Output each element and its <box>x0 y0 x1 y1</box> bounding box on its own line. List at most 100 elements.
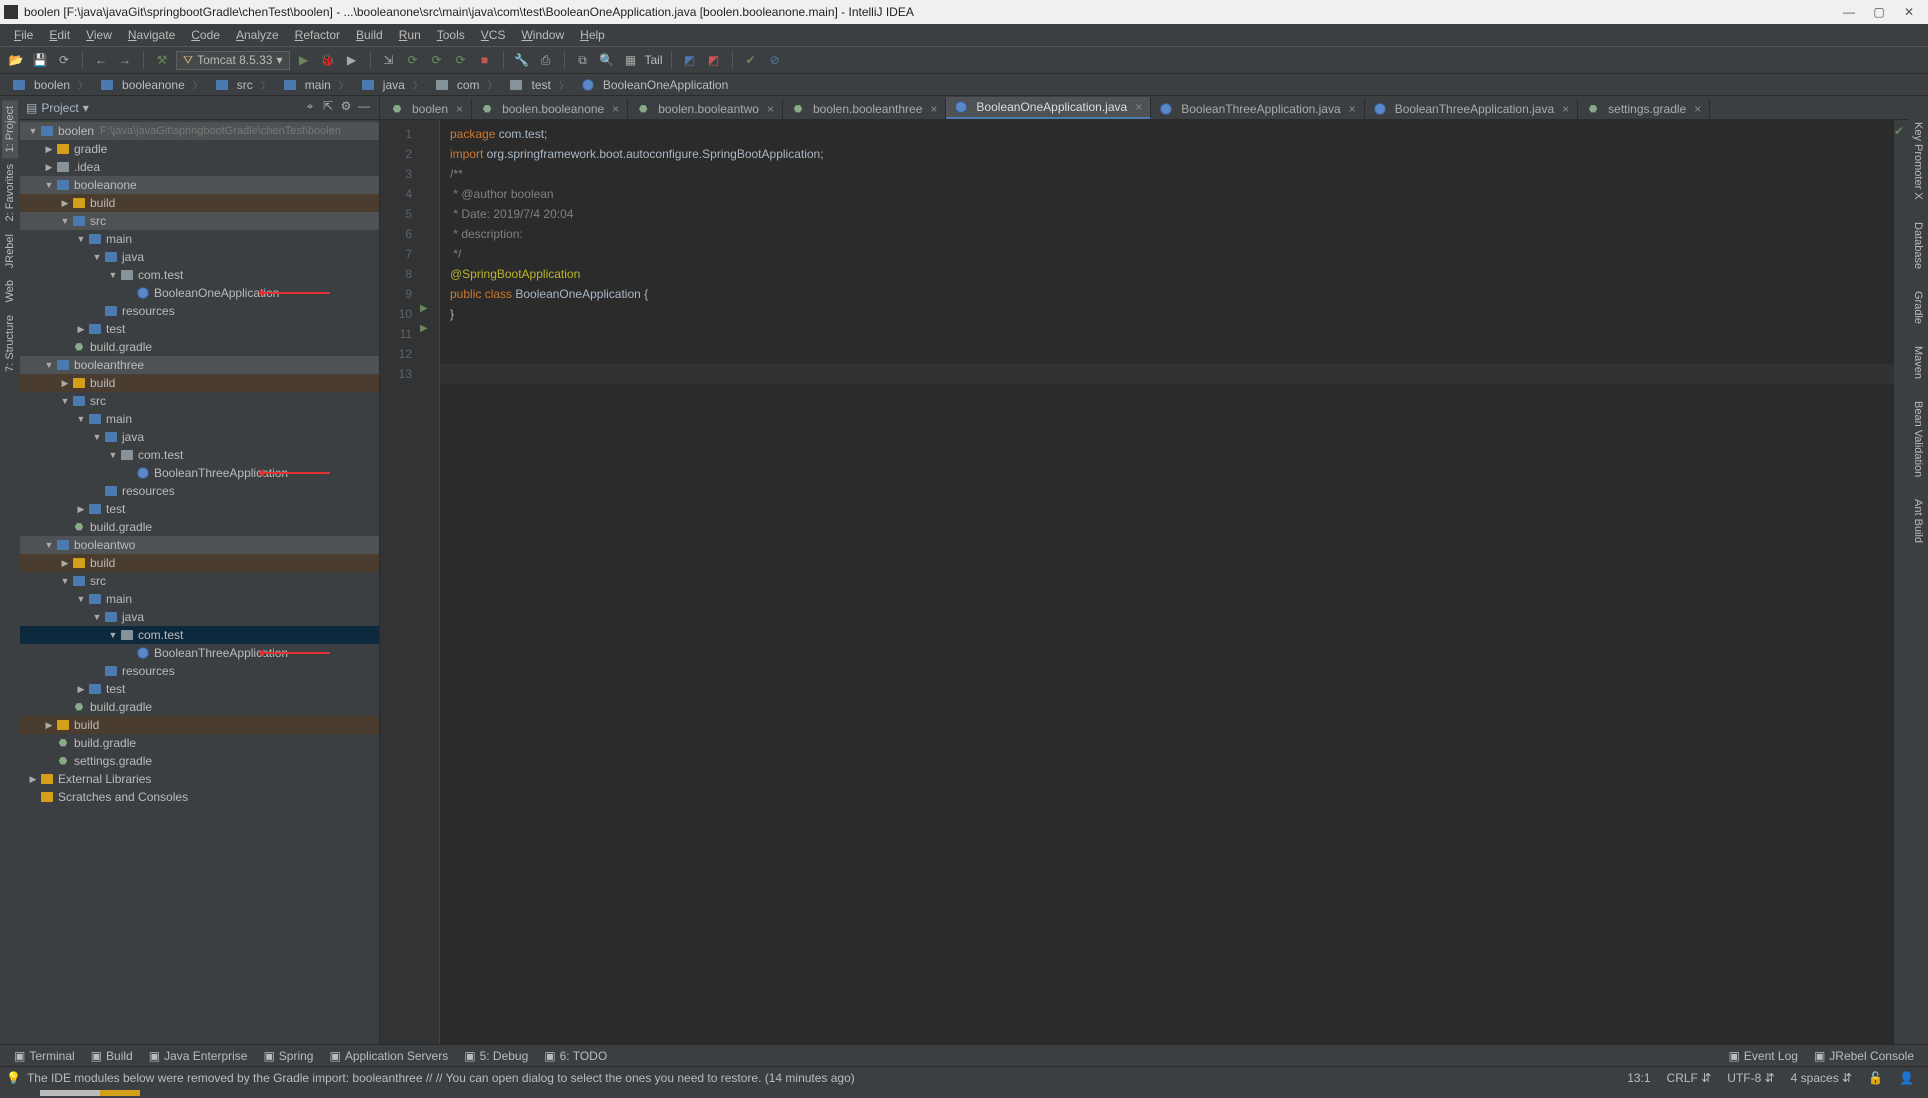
chevron-down-icon[interactable]: ▾ <box>83 101 89 115</box>
menu-window[interactable]: Window <box>513 26 572 44</box>
project-tree[interactable]: ▼boolenF:\java\javaGit\springbootGradle\… <box>20 120 379 1044</box>
crumb-main[interactable]: main <box>277 77 355 92</box>
layers-icon[interactable]: ▦ <box>621 50 641 70</box>
minimize-button[interactable]: — <box>1834 5 1864 19</box>
wrench-icon[interactable]: 🔧 <box>512 50 532 70</box>
right-tab-ant-build[interactable]: Ant Build <box>1910 493 1926 549</box>
hide-icon[interactable]: — <box>355 99 373 117</box>
tree-node[interactable]: ▼src <box>20 392 379 410</box>
right-tab-bean-validation[interactable]: Bean Validation <box>1910 395 1926 483</box>
tree-node[interactable]: ▼java <box>20 428 379 446</box>
close-tab-icon[interactable]: × <box>612 102 619 116</box>
encoding[interactable]: UTF-8 ⇵ <box>1719 1071 1782 1085</box>
menu-edit[interactable]: Edit <box>41 26 78 44</box>
tree-node[interactable]: ▼java <box>20 608 379 626</box>
stop-icon[interactable]: ■ <box>475 50 495 70</box>
bottom-tab-java-enterprise[interactable]: ▣ Java Enterprise <box>141 1047 256 1065</box>
bottom-tab-terminal[interactable]: ▣ Terminal <box>6 1047 83 1065</box>
indent[interactable]: 4 spaces ⇵ <box>1783 1071 1860 1085</box>
editor-tab[interactable]: BooleanThreeApplication.java× <box>1151 99 1364 119</box>
tree-node[interactable]: ▶gradle <box>20 140 379 158</box>
tree-node[interactable]: ▶test <box>20 680 379 698</box>
collapse-icon[interactable]: ⇱ <box>319 99 337 117</box>
tree-node[interactable]: ▼main <box>20 590 379 608</box>
tree-node[interactable]: ▶⬣build.gradle <box>20 518 379 536</box>
close-tab-icon[interactable]: × <box>456 102 463 116</box>
editor-tab[interactable]: BooleanOneApplication.java× <box>946 97 1151 119</box>
tree-node[interactable]: ▶⬣settings.gradle <box>20 752 379 770</box>
tree-node[interactable]: ▼src <box>20 572 379 590</box>
close-tab-icon[interactable]: × <box>1349 102 1356 116</box>
right-tab-maven[interactable]: Maven <box>1910 340 1926 385</box>
editor-tab[interactable]: BooleanThreeApplication.java× <box>1365 99 1578 119</box>
editor-scrollbar[interactable]: ✔ <box>1894 120 1908 1044</box>
tree-node[interactable]: ▶resources <box>20 662 379 680</box>
editor-tab[interactable]: ⬣settings.gradle× <box>1578 99 1710 119</box>
block-icon[interactable]: ⊘ <box>765 50 785 70</box>
jrebel-debug-icon[interactable]: ⟳ <box>451 50 471 70</box>
close-tab-icon[interactable]: × <box>1694 102 1701 116</box>
bottom-tab-build[interactable]: ▣ Build <box>83 1047 141 1065</box>
tree-node[interactable]: ▶Scratches and Consoles <box>20 788 379 806</box>
close-button[interactable]: ✕ <box>1894 5 1924 19</box>
badge2-icon[interactable]: ◩ <box>704 50 724 70</box>
badge1-icon[interactable]: ◩ <box>680 50 700 70</box>
close-tab-icon[interactable]: × <box>767 102 774 116</box>
tree-node[interactable]: ▼booleanthree <box>20 356 379 374</box>
tree-node[interactable]: ▼main <box>20 230 379 248</box>
menu-view[interactable]: View <box>78 26 120 44</box>
save-icon[interactable]: 💾 <box>30 50 50 70</box>
close-tab-icon[interactable]: × <box>1135 100 1142 114</box>
run-gutter-icon[interactable]: ▶ <box>420 323 428 334</box>
back-icon[interactable]: ← <box>91 50 111 70</box>
coverage-icon[interactable]: ▶ <box>342 50 362 70</box>
menu-vcs[interactable]: VCS <box>473 26 514 44</box>
right-tab-database[interactable]: Database <box>1910 216 1926 275</box>
menu-code[interactable]: Code <box>183 26 228 44</box>
bottom-tab-application-servers[interactable]: ▣ Application Servers <box>321 1047 456 1065</box>
editor-tab[interactable]: ⬣boolen.booleanthree× <box>783 99 946 119</box>
crumb-boolen[interactable]: boolen <box>6 77 94 92</box>
close-tab-icon[interactable]: × <box>1562 102 1569 116</box>
menu-run[interactable]: Run <box>391 26 429 44</box>
rerun-icon[interactable]: ⟳ <box>403 50 423 70</box>
tree-node[interactable]: ▼main <box>20 410 379 428</box>
menu-refactor[interactable]: Refactor <box>287 26 348 44</box>
tree-node[interactable]: ▼boolenF:\java\javaGit\springbootGradle\… <box>20 122 379 140</box>
code-editor[interactable]: package com.test;import org.springframew… <box>440 120 1894 1044</box>
menu-navigate[interactable]: Navigate <box>120 26 183 44</box>
left-tab-1--project[interactable]: 1: Project <box>2 100 18 158</box>
left-tab-jrebel[interactable]: JRebel <box>2 228 18 274</box>
crumb-java[interactable]: java <box>355 77 429 92</box>
notify-icon[interactable]: 👤 <box>1891 1071 1922 1085</box>
menu-analyze[interactable]: Analyze <box>228 26 287 44</box>
maximize-button[interactable]: ▢ <box>1864 5 1894 19</box>
crumb-booleanone[interactable]: booleanone <box>94 77 209 92</box>
right-tab-gradle[interactable]: Gradle <box>1910 285 1926 330</box>
tree-node[interactable]: ▶test <box>20 320 379 338</box>
crumb-com[interactable]: com <box>429 77 504 92</box>
tree-node[interactable]: ▶⬣build.gradle <box>20 698 379 716</box>
left-tab-7--structure[interactable]: 7: Structure <box>2 309 18 378</box>
tree-node[interactable]: ▶build <box>20 716 379 734</box>
tree-node[interactable]: ▶resources <box>20 302 379 320</box>
bottom-tab-jrebel-console[interactable]: ▣ JRebel Console <box>1806 1047 1922 1065</box>
forward-icon[interactable]: → <box>115 50 135 70</box>
attach-icon[interactable]: ⇲ <box>379 50 399 70</box>
tree-node[interactable]: ▼java <box>20 248 379 266</box>
structure-icon[interactable]: ⎙ <box>536 50 556 70</box>
bottom-tab-6--todo[interactable]: ▣ 6: TODO <box>536 1047 615 1065</box>
hammer-icon[interactable]: ⚒ <box>152 50 172 70</box>
right-tab-key-promoter-x[interactable]: Key Promoter X <box>1910 116 1926 206</box>
bottom-tab-event-log[interactable]: ▣ Event Log <box>1721 1047 1806 1065</box>
tree-node[interactable]: ▶test <box>20 500 379 518</box>
menu-help[interactable]: Help <box>572 26 613 44</box>
left-tab-web[interactable]: Web <box>2 274 18 308</box>
tree-node[interactable]: ▶⬣build.gradle <box>20 734 379 752</box>
crumb-src[interactable]: src <box>209 77 277 92</box>
tree-node[interactable]: ▼com.test <box>20 446 379 464</box>
readonly-icon[interactable]: 🔓 <box>1860 1071 1891 1085</box>
bottom-tab-5--debug[interactable]: ▣ 5: Debug <box>456 1047 536 1065</box>
editor-tab[interactable]: ⬣boolen× <box>382 99 472 119</box>
tree-node[interactable]: ▼com.test <box>20 266 379 284</box>
